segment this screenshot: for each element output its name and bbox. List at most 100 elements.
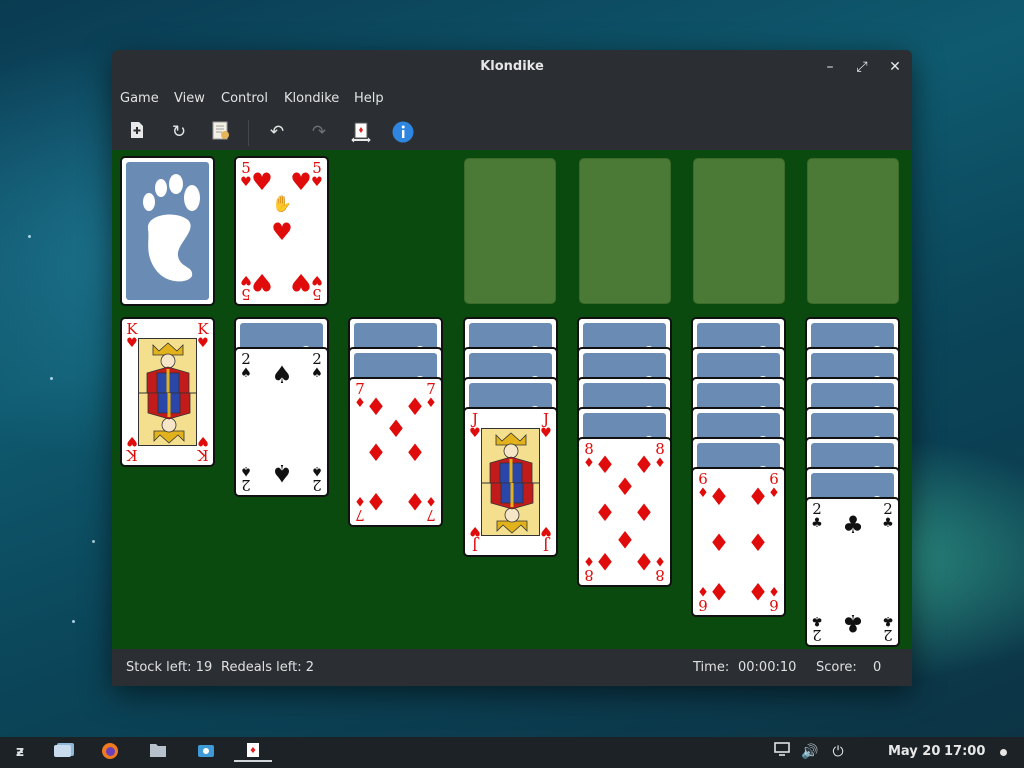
card-corner: K ♥	[126, 433, 138, 464]
new-game-icon[interactable]	[126, 121, 148, 143]
taskbar-date: May 20	[888, 744, 941, 759]
minimize-button[interactable]: –	[822, 59, 838, 75]
tableau-card-3[interactable]: 7 ♦ 7 ♦ 7 ♦ 7 ♦ ♦ ♦ ♦ ♦ ♦ ♦ ♦	[348, 377, 443, 527]
suit-pip: ♦	[365, 487, 387, 515]
titlebar[interactable]: Klondike – ⤢ ✕	[112, 50, 912, 84]
close-button[interactable]: ✕	[887, 59, 903, 75]
tableau-card-7[interactable]: 2 ♣ 2 ♣ 2 ♣ 2 ♣ ♣ ♣	[805, 497, 900, 647]
score-label: Score:	[816, 660, 857, 675]
suit-pip: ♦	[404, 439, 426, 467]
background-star	[92, 540, 95, 543]
game-board: 5 ♥ 5 ♥ 5 ♥ 5 ♥ ♥ ♥ ♥ ♥ ♥ ✋ K ♥ K ♥ K ♥ K ♥ 2 ♠ 2 ♠ 2 ♠ 2 ♠…	[112, 150, 912, 649]
card-corner: 2 ♠	[311, 463, 323, 494]
menu-help[interactable]: Help	[354, 91, 384, 106]
suit-pip: ♠	[271, 361, 293, 389]
hint-icon[interactable]	[392, 121, 414, 143]
suit-pip: ♥	[271, 218, 293, 246]
foundation-slot-3[interactable]	[693, 158, 785, 304]
app-menu-icon[interactable]: ƶ	[10, 742, 30, 762]
tableau-card-1[interactable]: K ♥ K ♥ K ♥ K ♥	[120, 317, 215, 467]
suit-pip: ♦	[708, 577, 730, 605]
undo-icon[interactable]: ↶	[266, 121, 288, 143]
background-star	[72, 620, 75, 623]
firefox-icon[interactable]	[100, 742, 120, 762]
card-corner: 2 ♣	[811, 500, 823, 531]
window-title: Klondike	[480, 59, 544, 74]
card-back	[126, 162, 209, 300]
card-corner: J ♥	[540, 523, 552, 554]
redo-icon[interactable]: ↷	[308, 121, 330, 143]
volume-icon[interactable]: 🔊	[800, 742, 820, 762]
software-icon[interactable]	[196, 742, 216, 762]
suit-pip: ♦	[633, 499, 655, 527]
court-card-portrait	[481, 428, 540, 536]
suit-pip: ♦	[633, 547, 655, 575]
suit-pip: ♣	[842, 609, 864, 637]
card-corner: 2 ♣	[882, 500, 894, 531]
select-game-icon[interactable]	[210, 121, 232, 143]
screen-icon[interactable]	[772, 742, 792, 762]
tableau-card-2[interactable]: 2 ♠ 2 ♠ 2 ♠ 2 ♠ ♠ ♠	[234, 347, 329, 497]
foundation-slot-2[interactable]	[579, 158, 671, 304]
card-corner: K ♥	[197, 433, 209, 464]
menu-view[interactable]: View	[174, 91, 205, 106]
card-corner: 2 ♠	[240, 463, 252, 494]
suit-pip: ♦	[708, 483, 730, 511]
toolbar: ↻ ↶ ↷	[112, 116, 912, 148]
stock-left-label: Stock left: 19	[126, 660, 213, 675]
suit-pip: ♦	[404, 487, 426, 515]
suit-pip: ♦	[614, 473, 636, 501]
deal-icon[interactable]	[350, 121, 372, 143]
foundation-slot-4[interactable]	[807, 158, 899, 304]
suit-pip: ♣	[842, 511, 864, 539]
suit-pip: ♠	[271, 459, 293, 487]
tableau-card-5[interactable]: 8 ♦ 8 ♦ 8 ♦ 8 ♦ ♦ ♦ ♦ ♦ ♦ ♦ ♦ ♦	[577, 437, 672, 587]
card-corner: 2 ♣	[811, 613, 823, 644]
maximize-button[interactable]: ⤢	[854, 59, 870, 75]
klondike-taskbar-icon[interactable]	[234, 742, 272, 762]
card-corner: J ♥	[540, 410, 552, 441]
suit-pip: ♥	[290, 168, 312, 196]
suit-pip: ♦	[594, 547, 616, 575]
card-corner: J ♥	[469, 523, 481, 554]
card-corner: 2 ♠	[240, 350, 252, 381]
time-value: 00:00:10	[738, 660, 797, 675]
statusbar: Stock left: 19 Redeals left: 2 Time: 00:…	[112, 649, 912, 686]
redeals-left-label: Redeals left: 2	[221, 660, 315, 675]
background-star	[28, 235, 31, 238]
gnome-foot-icon	[143, 174, 200, 282]
menu-klondike[interactable]: Klondike	[284, 91, 339, 106]
foundation-slot-1[interactable]	[464, 158, 556, 304]
suit-pip: ♦	[594, 499, 616, 527]
suit-pip: ♥	[290, 268, 312, 296]
menu-control[interactable]: Control	[221, 91, 268, 106]
card-corner: K ♥	[197, 320, 209, 351]
restart-icon[interactable]: ↻	[168, 121, 190, 143]
tableau-card-6[interactable]: 6 ♦ 6 ♦ 6 ♦ 6 ♦ ♦ ♦ ♦ ♦ ♦ ♦	[691, 467, 786, 617]
court-card-portrait	[138, 338, 197, 446]
taskbar: ƶ 🔊 ⏻ May 20 17:00	[0, 737, 1024, 768]
card-corner: J ♥	[469, 410, 481, 441]
suit-pip: ♦	[747, 529, 769, 557]
menu-game[interactable]: Game	[120, 91, 159, 106]
score-value: 0	[873, 660, 882, 675]
klondike-window: Klondike – ⤢ ✕ Game View Control Klondik…	[112, 50, 912, 686]
suit-pip: ♥	[251, 268, 273, 296]
menubar: Game View Control Klondike Help	[112, 84, 912, 112]
hand-cursor-icon: ✋	[272, 194, 292, 213]
card-corner: K ♥	[126, 320, 138, 351]
suit-pip: ♦	[708, 529, 730, 557]
card-corner: 2 ♣	[882, 613, 894, 644]
suit-pip: ♦	[747, 483, 769, 511]
power-icon[interactable]: ⏻	[828, 742, 848, 762]
tableau-card-4[interactable]: J ♥ J ♥ J ♥ J ♥	[463, 407, 558, 557]
background-star	[50, 377, 53, 380]
suit-pip: ♥	[251, 168, 273, 196]
waste-card[interactable]: 5 ♥ 5 ♥ 5 ♥ 5 ♥ ♥ ♥ ♥ ♥ ♥ ✋	[234, 156, 329, 306]
files-icon[interactable]	[148, 742, 168, 762]
suit-pip: ♦	[385, 415, 407, 443]
notification-dot-icon[interactable]	[1000, 749, 1007, 756]
stock-pile[interactable]	[120, 156, 215, 306]
window-switcher-icon[interactable]	[52, 742, 76, 762]
suit-pip: ♦	[747, 577, 769, 605]
